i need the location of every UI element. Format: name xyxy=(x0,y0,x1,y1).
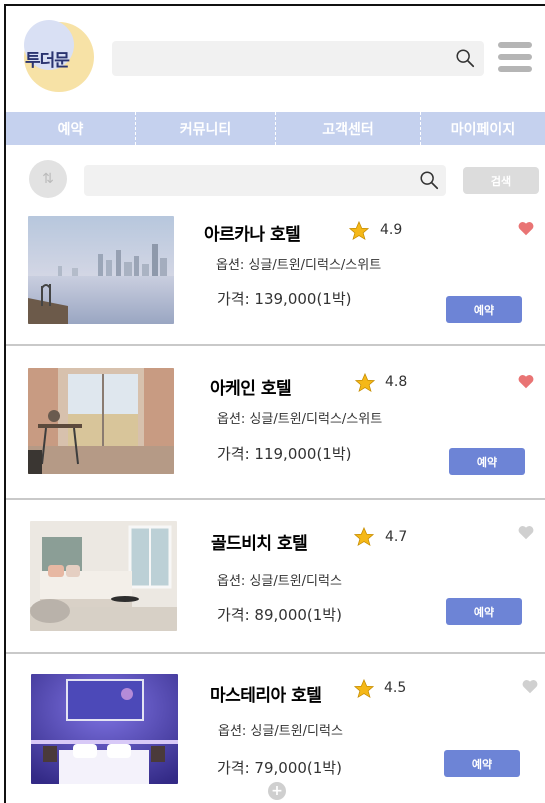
hotel-price: 가격: 79,000(1박) xyxy=(217,759,342,777)
logo-text: 투더문 xyxy=(25,51,70,71)
main-nav: 예약 커뮤니티 고객센터 마이페이지 xyxy=(6,112,545,145)
plus-icon[interactable]: + xyxy=(268,782,286,800)
star-icon xyxy=(348,220,370,241)
nav-item-customer-center[interactable]: 고객센터 xyxy=(276,112,421,145)
hotel-options: 옵션: 싱글/트윈/디럭스/스위트 xyxy=(217,412,383,427)
hotel-name[interactable]: 아케인 호텔 xyxy=(210,374,292,399)
search-icon[interactable] xyxy=(454,47,476,69)
search-icon[interactable] xyxy=(418,169,440,191)
hotel-options: 옵션: 싱글/트윈/디럭스 xyxy=(217,574,342,589)
hotel-list-item[interactable]: 아르카나 호텔 4.9 옵션: 싱글/트윈/디럭스/스위트 가격: 139,00… xyxy=(6,208,545,344)
heart-icon[interactable] xyxy=(521,678,539,694)
nav-item-community[interactable]: 커뮤니티 xyxy=(136,112,276,145)
logo[interactable]: 투더문 xyxy=(22,20,98,94)
heart-icon[interactable] xyxy=(517,373,535,389)
hotel-name[interactable]: 마스테리아 호텔 xyxy=(210,681,322,706)
book-button[interactable]: 예약 xyxy=(444,750,520,777)
hotel-list-item[interactable]: 골드비치 호텔 4.7 옵션: 싱글/트윈/디럭스 가격: 89,000(1박)… xyxy=(6,500,545,652)
hotel-photo[interactable] xyxy=(28,368,174,474)
search-input[interactable] xyxy=(112,41,484,76)
hotel-name[interactable]: 골드비치 호텔 xyxy=(211,529,308,554)
hotel-list-item[interactable]: 마스테리아 호텔 4.5 옵션: 싱글/트윈/디럭스 가격: 79,000(1박… xyxy=(6,654,545,803)
filter-icon[interactable]: ⇅ xyxy=(29,160,67,198)
nav-item-reservation[interactable]: 예약 xyxy=(6,112,136,145)
hotel-photo[interactable] xyxy=(30,521,177,631)
heart-icon[interactable] xyxy=(517,220,535,236)
book-button[interactable]: 예약 xyxy=(446,296,522,323)
hotel-list-item[interactable]: 아케인 호텔 4.8 옵션: 싱글/트윈/디럭스/스위트 가격: 119,000… xyxy=(6,346,545,498)
star-icon xyxy=(353,526,375,547)
hotel-rating: 4.5 xyxy=(384,680,407,696)
hotel-rating: 4.7 xyxy=(385,529,408,545)
hotel-options: 옵션: 싱글/트윈/디럭스 xyxy=(218,724,343,739)
nav-item-mypage[interactable]: 마이페이지 xyxy=(421,112,545,145)
search-button[interactable]: 검색 xyxy=(463,167,539,194)
book-button[interactable]: 예약 xyxy=(449,448,525,475)
hotel-price: 가격: 139,000(1박) xyxy=(217,290,352,308)
hotel-name[interactable]: 아르카나 호텔 xyxy=(204,220,301,245)
hotel-price: 가격: 89,000(1박) xyxy=(217,606,342,624)
hotel-search-input[interactable] xyxy=(84,165,446,196)
hotel-rating: 4.8 xyxy=(385,374,408,390)
book-button[interactable]: 예약 xyxy=(446,598,522,625)
heart-icon[interactable] xyxy=(517,524,535,540)
hotel-price: 가격: 119,000(1박) xyxy=(217,445,352,463)
star-icon xyxy=(353,678,375,699)
hamburger-menu-icon[interactable] xyxy=(498,42,532,74)
hotel-options: 옵션: 싱글/트윈/디럭스/스위트 xyxy=(216,258,382,273)
hotel-rating: 4.9 xyxy=(380,222,403,238)
hotel-photo[interactable] xyxy=(28,216,174,324)
hotel-photo[interactable] xyxy=(31,674,178,784)
star-icon xyxy=(354,372,376,393)
